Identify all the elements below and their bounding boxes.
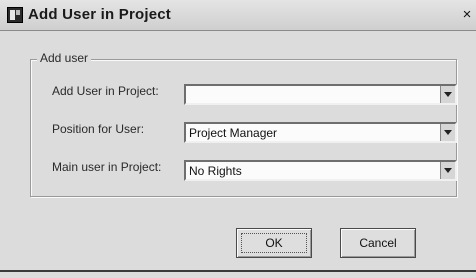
close-icon[interactable]: × [459,6,475,24]
window-bottom-edge [0,270,476,272]
window-title: Add User in Project [28,6,171,23]
title-bar[interactable]: Add User in Project × [0,0,476,31]
position-select[interactable]: Project Manager [184,122,457,143]
main-user-label: Main user in Project: [52,160,162,174]
ok-button[interactable]: OK [236,228,312,258]
position-label: Position for User: [52,122,145,136]
add-user-dialog: Add User in Project × Add user Add User … [0,0,476,278]
cancel-button[interactable]: Cancel [340,228,416,258]
chevron-down-icon[interactable] [440,86,455,103]
add-user-label: Add User in Project: [52,84,159,98]
main-user-value: No Rights [189,164,242,178]
group-legend: Add user [37,51,92,65]
focus-ring [241,233,307,253]
chevron-down-icon[interactable] [440,162,455,179]
app-icon [7,7,23,23]
main-user-select[interactable]: No Rights [184,160,457,181]
add-user-select[interactable] [184,84,457,105]
position-value: Project Manager [189,126,278,140]
chevron-down-icon[interactable] [440,124,455,141]
